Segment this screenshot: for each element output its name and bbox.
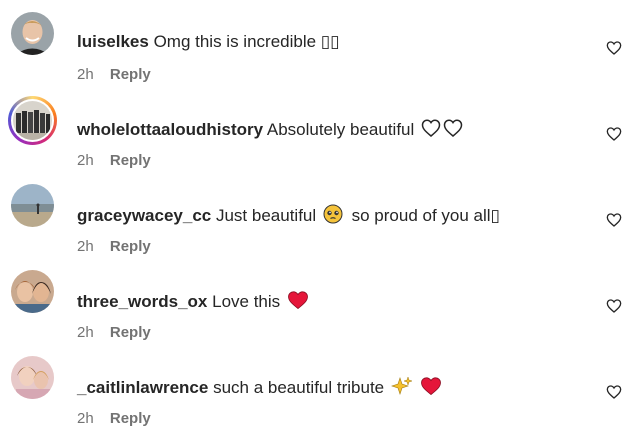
red-heart-emoji [288, 291, 308, 310]
comment-username[interactable]: three_words_ox [77, 292, 207, 311]
comment-time: 2h [77, 238, 94, 255]
comment-username[interactable]: luiselkes [77, 32, 149, 51]
avatar[interactable] [11, 356, 54, 399]
heart-outline-icon[interactable] [606, 298, 622, 314]
comment-text-continued: so proud of you all▯ [351, 206, 500, 225]
comment-meta: 2h Reply [77, 324, 151, 341]
comment-username[interactable]: _caitlinlawrence [77, 378, 208, 397]
comment-item: _caitlinlawrence such a beautiful tribut… [0, 344, 634, 430]
comment-line: graceywacey_cc Just beautiful so proud o… [77, 204, 500, 226]
comment-item: graceywacey_cc Just beautiful so proud o… [0, 172, 634, 258]
comment-meta: 2h Reply [77, 410, 151, 427]
comment-line: _caitlinlawrence such a beautiful tribut… [77, 376, 442, 398]
sparkles-emoji [390, 376, 413, 395]
comment-line: luiselkes Omg this is incredible ▯▯ [77, 32, 340, 52]
comment-meta: 2h Reply [77, 66, 151, 83]
heart-outline-icon[interactable] [606, 384, 622, 400]
comment-item: wholelottaaloudhistory Absolutely beauti… [0, 86, 634, 172]
reply-button[interactable]: Reply [110, 324, 151, 341]
comment-time: 2h [77, 324, 94, 341]
heart-outline-icon[interactable] [606, 212, 622, 228]
comment-time: 2h [77, 66, 94, 83]
comment-item: luiselkes Omg this is incredible ▯▯ 2h R… [0, 0, 634, 86]
pleading-face-emoji [323, 204, 343, 224]
comment-time: 2h [77, 410, 94, 427]
comment-meta: 2h Reply [77, 152, 151, 169]
avatar[interactable] [11, 184, 54, 227]
comment-text: Absolutely beautiful [266, 120, 415, 139]
story-avatar[interactable] [8, 96, 57, 145]
comment-time: 2h [77, 152, 94, 169]
comment-meta: 2h Reply [77, 238, 151, 255]
comment-line: three_words_ox Love this [77, 290, 309, 312]
comment-username[interactable]: graceywacey_cc [77, 206, 211, 225]
heart-outline-icon[interactable] [606, 40, 622, 56]
white-heart-emoji [421, 119, 463, 137]
comment-username[interactable]: wholelottaaloudhistory [77, 120, 263, 139]
comment-text: Just beautiful [215, 206, 317, 225]
avatar[interactable] [11, 12, 54, 55]
comment-item: three_words_ox Love this 2h Reply [0, 258, 634, 344]
comment-line: wholelottaaloudhistory Absolutely beauti… [77, 118, 465, 140]
reply-button[interactable]: Reply [110, 238, 151, 255]
comment-text: Love this [212, 292, 281, 311]
comment-text: Omg this is incredible ▯▯ [153, 32, 340, 51]
comment-text: such a beautiful tribute [213, 378, 385, 397]
avatar[interactable] [11, 270, 54, 313]
reply-button[interactable]: Reply [110, 66, 151, 83]
reply-button[interactable]: Reply [110, 152, 151, 169]
reply-button[interactable]: Reply [110, 410, 151, 427]
heart-outline-icon[interactable] [606, 126, 622, 142]
red-heart-emoji [420, 377, 441, 396]
